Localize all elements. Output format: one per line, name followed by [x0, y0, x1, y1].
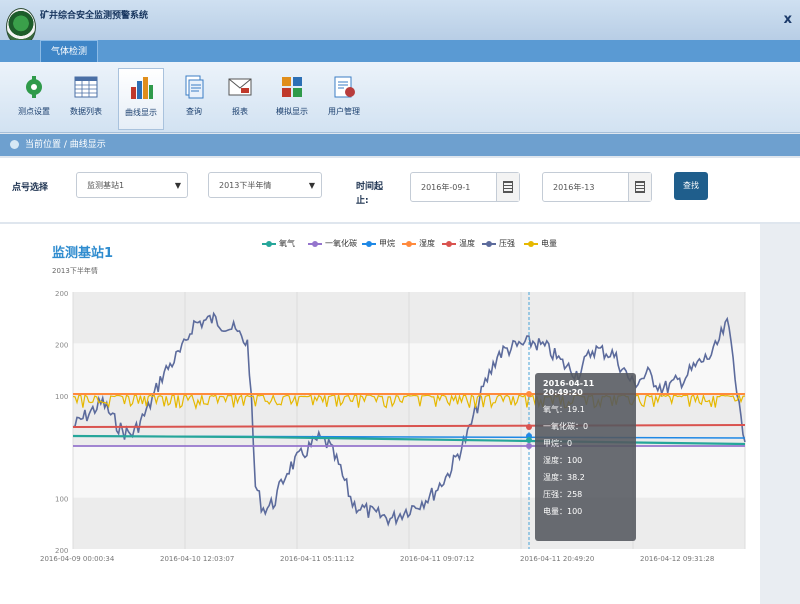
x-tick-label: 2016-04-11 05:11:12 — [280, 555, 354, 563]
legend-item[interactable]: 湿度 — [402, 238, 435, 249]
legend-marker — [442, 240, 456, 247]
settings-icon — [26, 76, 42, 98]
legend-label: 一氧化碳 — [325, 239, 357, 248]
line-chart: 2002001001002002016-04-09 00:00:34 2016-0… — [40, 290, 746, 563]
chevron-down-icon: ▼ — [308, 181, 315, 190]
table-icon — [74, 76, 98, 98]
legend-marker — [308, 240, 322, 247]
crosshair-marker — [526, 424, 532, 430]
location-icon — [10, 140, 19, 149]
point-select-label: 点号选择 — [12, 183, 49, 193]
legend-label: 氧气 — [279, 239, 295, 248]
x-tick-label: 2016-04-11 20:49:20 — [520, 555, 594, 563]
y-tick-label: 100 — [55, 393, 68, 401]
legend-item[interactable]: 电量 — [524, 238, 557, 249]
toolbar: 测点设置 数据列表 曲线显示 查询 报表 模拟显示 用户管理 — [0, 62, 800, 133]
time-range-label: 时间起止: — [356, 182, 384, 206]
legend-label: 甲烷 — [379, 239, 395, 248]
close-button[interactable]: x — [784, 12, 792, 27]
toolbar-simulation-button[interactable]: 模拟显示 — [270, 68, 314, 128]
y-tick-label: 200 — [55, 547, 68, 555]
calendar-icon — [503, 181, 513, 193]
toolbar-label: 曲线显示 — [125, 108, 157, 117]
toolbar-label: 数据列表 — [70, 107, 102, 116]
point-select-value: 监测基站1 — [87, 181, 125, 190]
legend-marker — [362, 240, 376, 247]
x-tick-label: 2016-04-12 09:31:28 — [640, 555, 714, 563]
tooltip-row: 甲烷：0 — [543, 439, 573, 448]
tooltip-title: 2016-04-11 20:49:20 — [543, 379, 595, 397]
end-date-value: 2016年-13 — [553, 183, 595, 192]
tooltip-row: 压强：258 — [543, 490, 583, 499]
legend-marker — [262, 240, 276, 247]
chart-tooltip: 2016-04-11 20:49:20 氧气：19.1 一氧化碳：0 甲烷：0 湿度：… — [535, 373, 636, 541]
breadcrumb-text: 当前位置 / 曲线显示 — [25, 140, 106, 150]
tooltip-row: 湿度：100 — [543, 456, 583, 465]
legend-marker — [524, 240, 538, 247]
tooltip-row: 电量：100 — [543, 507, 583, 516]
bar-chart-icon — [131, 77, 153, 99]
crosshair-marker — [526, 443, 532, 449]
toolbar-label: 报表 — [232, 107, 248, 116]
palette-icon — [282, 77, 302, 97]
legend-item[interactable]: 氧气 — [262, 238, 295, 249]
toolbar-label: 模拟显示 — [276, 107, 308, 116]
crosshair-marker — [526, 391, 532, 397]
app-title: 矿井综合安全监测预警系统 — [40, 11, 149, 21]
calendar-icon — [635, 181, 645, 193]
toolbar-settings-button[interactable]: 测点设置 — [12, 68, 56, 128]
user-management-icon — [334, 76, 355, 98]
toolbar-label: 测点设置 — [18, 107, 50, 116]
title-bar: 矿井综合安全监测预警系统 x — [0, 0, 800, 46]
legend-label: 压强 — [499, 239, 515, 248]
sensor-select[interactable]: 2013下半年情 ▼ — [208, 172, 322, 198]
tab-gas-detection[interactable]: 气体检测 — [40, 40, 99, 63]
query-button[interactable]: 查找 — [674, 172, 708, 200]
toolbar-data-list-button[interactable]: 数据列表 — [64, 68, 108, 128]
document-icon — [185, 75, 204, 99]
sensor-select-value: 2013下半年情 — [219, 181, 272, 190]
right-gutter — [760, 224, 800, 604]
chart-title: 监测基站1 — [52, 246, 114, 261]
x-tick-label: 2016-04-09 00:00:34 — [40, 555, 115, 563]
legend-item[interactable]: 甲烷 — [362, 238, 395, 249]
point-select[interactable]: 监测基站1 ▼ — [76, 172, 188, 198]
legend-label: 温度 — [459, 239, 475, 248]
toolbar-curve-display-button[interactable]: 曲线显示 — [118, 68, 164, 130]
y-tick-label: 200 — [55, 290, 68, 298]
breadcrumb: 当前位置 / 曲线显示 — [0, 134, 800, 156]
legend-label: 电量 — [541, 239, 557, 248]
tooltip-row: 一氧化碳：0 — [543, 422, 589, 431]
chart-subtitle: 2013下半年情 — [52, 267, 98, 275]
x-tick-label: 2016-04-11 09:07:12 — [400, 555, 474, 563]
start-date-value: 2016年-09-1 — [421, 183, 471, 192]
toolbar-label: 用户管理 — [328, 107, 360, 116]
legend-item[interactable]: 一氧化碳 — [308, 238, 357, 249]
tab-bar: 气体检测 — [0, 40, 800, 63]
y-tick-label: 100 — [55, 496, 68, 504]
chevron-down-icon: ▼ — [174, 181, 181, 190]
end-date-calendar-button[interactable] — [628, 173, 651, 201]
mail-icon — [228, 78, 252, 96]
crosshair-marker — [526, 437, 532, 443]
legend-item[interactable]: 压强 — [482, 238, 515, 249]
y-tick-label: 200 — [55, 341, 68, 349]
start-date-field[interactable]: 2016年-09-1 — [410, 172, 520, 202]
toolbar-report-button[interactable]: 报表 — [218, 68, 262, 128]
legend-marker — [402, 240, 416, 247]
tooltip-row: 温度：38.2 — [543, 473, 585, 482]
x-tick-label: 2016-04-10 12:03:07 — [160, 555, 234, 563]
start-date-calendar-button[interactable] — [496, 173, 519, 201]
legend-marker — [482, 240, 496, 247]
toolbar-label: 查询 — [186, 107, 202, 116]
toolbar-query-button[interactable]: 查询 — [172, 68, 216, 128]
legend-label: 湿度 — [419, 239, 435, 248]
toolbar-user-management-button[interactable]: 用户管理 — [322, 68, 366, 128]
legend-item[interactable]: 温度 — [442, 238, 475, 249]
tooltip-row: 氧气：19.1 — [543, 405, 585, 414]
end-date-field[interactable]: 2016年-13 — [542, 172, 652, 202]
